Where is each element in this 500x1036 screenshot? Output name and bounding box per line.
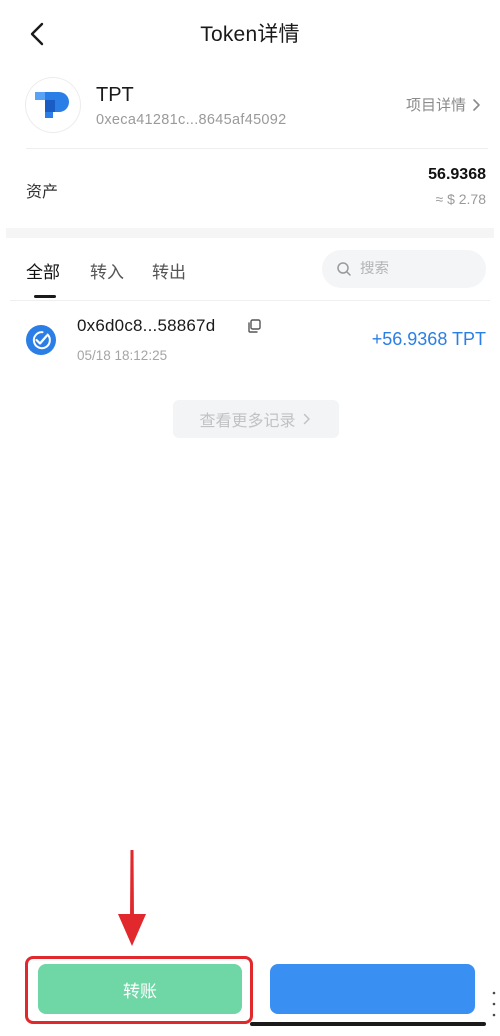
- transaction-hash: 0x6d0c8...58867d: [77, 316, 216, 335]
- project-details-label: 项目详情: [405, 97, 466, 114]
- check-circle-icon: [26, 325, 56, 355]
- copy-icon[interactable]: [246, 318, 262, 334]
- tab-outgoing[interactable]: 转出: [152, 258, 186, 283]
- receive-button[interactable]: [270, 964, 475, 1014]
- edge-dots-icon: [492, 991, 496, 1017]
- transfer-button-label: 转账: [123, 981, 157, 1001]
- chevron-right-icon: [303, 413, 310, 425]
- token-symbol: TPT: [96, 84, 134, 106]
- token-logo: [26, 78, 80, 132]
- transfer-button[interactable]: 转账: [38, 964, 242, 1014]
- active-tab-indicator: [34, 295, 56, 298]
- project-details-link[interactable]: 项目详情: [406, 94, 484, 115]
- section-separator: [6, 228, 494, 238]
- page-title: Token详情: [200, 23, 300, 46]
- asset-fiat-value: ≈ $ 2.78: [435, 191, 487, 207]
- tab-incoming[interactable]: 转入: [90, 258, 124, 283]
- divider: [26, 148, 488, 149]
- tabs-divider: [10, 300, 490, 301]
- view-more-label: 查看更多记录: [199, 413, 296, 430]
- tab-all[interactable]: 全部: [26, 258, 60, 283]
- token-info: TPT 0xeca41281c...8645af45092 项目详情: [0, 70, 500, 146]
- annotation-arrow-icon: [118, 850, 146, 946]
- token-address: 0xeca41281c...8645af45092: [96, 112, 287, 128]
- asset-label: 资产: [26, 184, 59, 201]
- token-detail-screen: Token详情 TPT 0xeca41281c...8645af45092 项目…: [0, 0, 500, 1036]
- search-icon: [337, 262, 351, 276]
- asset-amount: 56.9368: [428, 166, 486, 183]
- tpt-logo-icon: [35, 92, 69, 118]
- home-indicator: [250, 1022, 486, 1026]
- chevron-right-icon: [473, 98, 480, 111]
- view-more-records-button[interactable]: 查看更多记录: [173, 400, 339, 438]
- search-input[interactable]: [360, 261, 470, 277]
- asset-row: 资产 56.9368 ≈ $ 2.78: [0, 150, 500, 228]
- tx-filter-tabs: 全部 转入 转出: [0, 238, 500, 300]
- transaction-time: 05/18 18:12:25: [77, 348, 168, 363]
- transaction-amount: +56.9368 TPT: [371, 329, 486, 349]
- search-box[interactable]: [322, 250, 486, 288]
- header: Token详情: [0, 0, 500, 66]
- transaction-item[interactable]: 0x6d0c8...58867d 05/18 18:12:25 +56.9368…: [0, 308, 500, 374]
